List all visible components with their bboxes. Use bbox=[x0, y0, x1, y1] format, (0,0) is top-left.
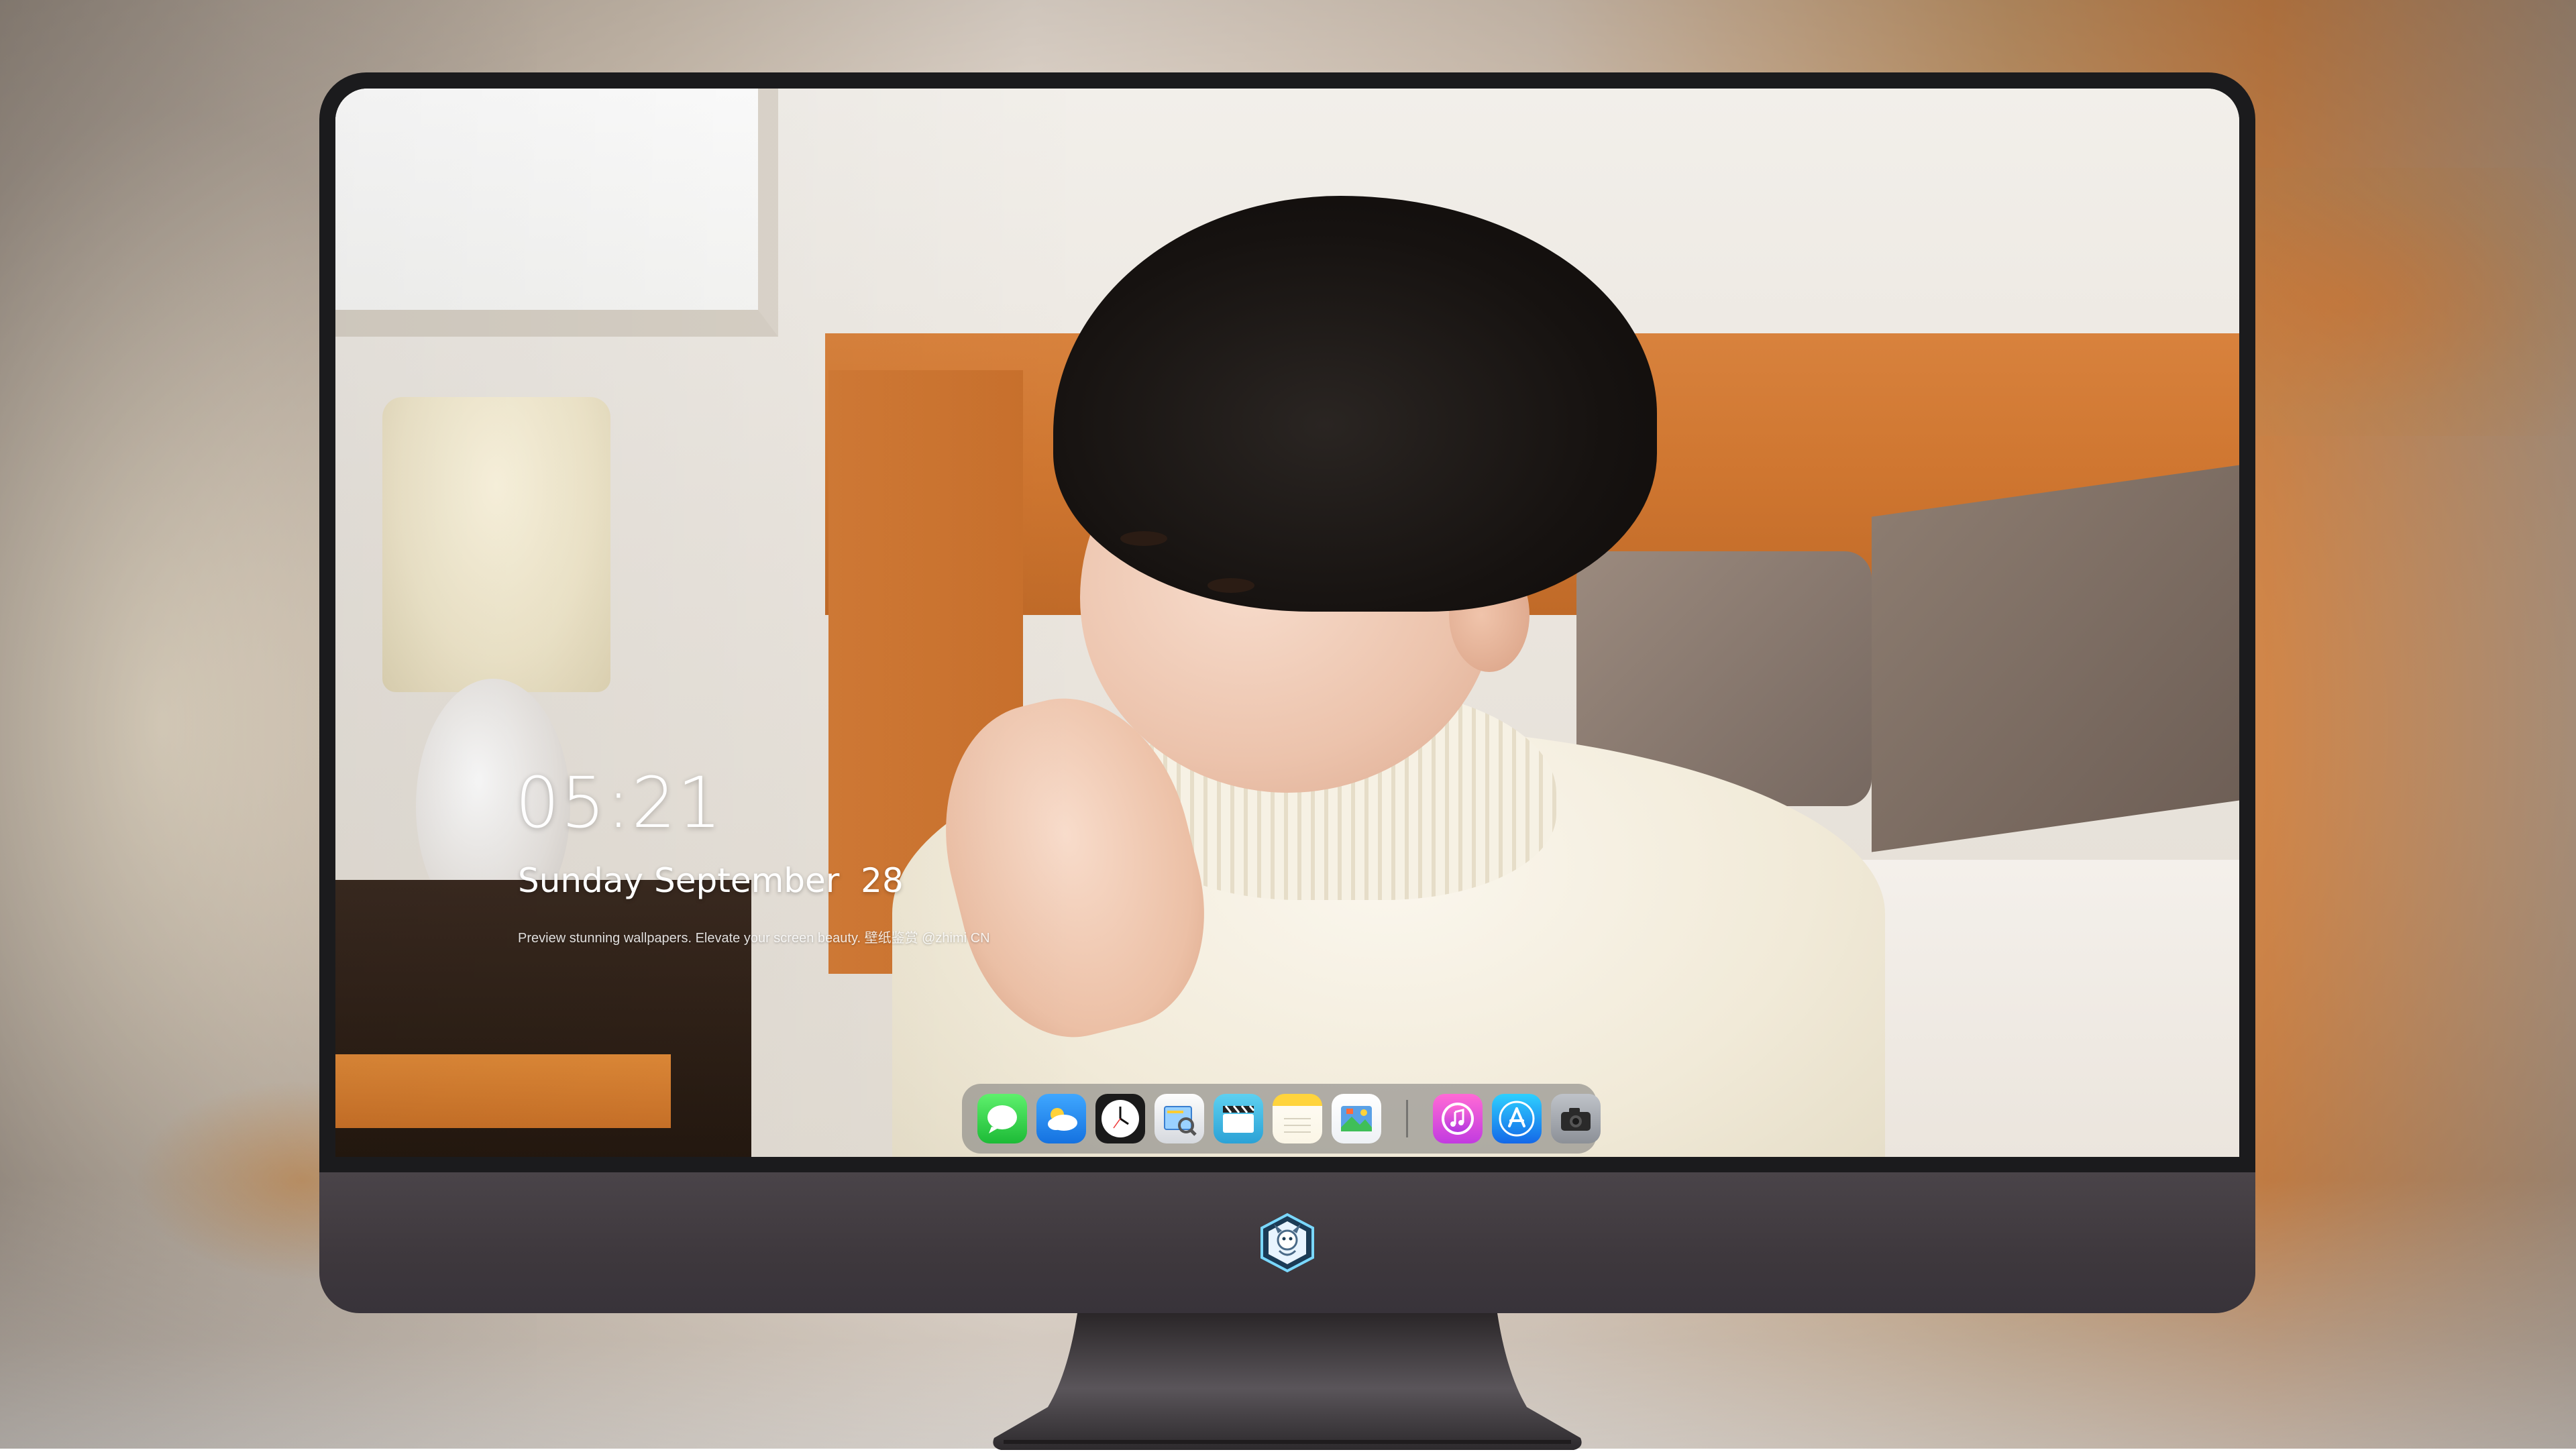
weather-icon[interactable] bbox=[1036, 1094, 1086, 1143]
app-store-icon[interactable] bbox=[1492, 1094, 1542, 1143]
messages-icon[interactable] bbox=[977, 1094, 1027, 1143]
clapperboard-icon[interactable] bbox=[1214, 1094, 1263, 1143]
monitor: 05:21 Sunday September 28 Preview stunni… bbox=[319, 72, 2255, 1306]
dock bbox=[962, 1084, 1597, 1154]
lock-screen[interactable]: 05:21 Sunday September 28 Preview stunni… bbox=[335, 89, 2239, 1157]
preview-icon[interactable] bbox=[1155, 1094, 1204, 1143]
photos-icon[interactable] bbox=[1332, 1094, 1381, 1143]
lock-tagline: Preview stunning wallpapers. Elevate you… bbox=[518, 927, 990, 946]
music-note-icon[interactable] bbox=[1433, 1094, 1483, 1143]
lock-date: Sunday September 28 bbox=[518, 861, 904, 900]
brand-logo-icon bbox=[1255, 1211, 1320, 1275]
clock-icon[interactable] bbox=[1095, 1094, 1145, 1143]
lock-clock: 05:21 bbox=[515, 762, 723, 844]
notes-icon[interactable] bbox=[1273, 1094, 1322, 1143]
monitor-chin bbox=[319, 1172, 2255, 1313]
wallpaper-tint bbox=[335, 89, 2239, 1157]
dock-separator bbox=[1406, 1100, 1408, 1137]
monitor-bezel: 05:21 Sunday September 28 Preview stunni… bbox=[319, 72, 2255, 1172]
monitor-stand bbox=[990, 1313, 1585, 1454]
camera-icon[interactable] bbox=[1551, 1094, 1601, 1143]
